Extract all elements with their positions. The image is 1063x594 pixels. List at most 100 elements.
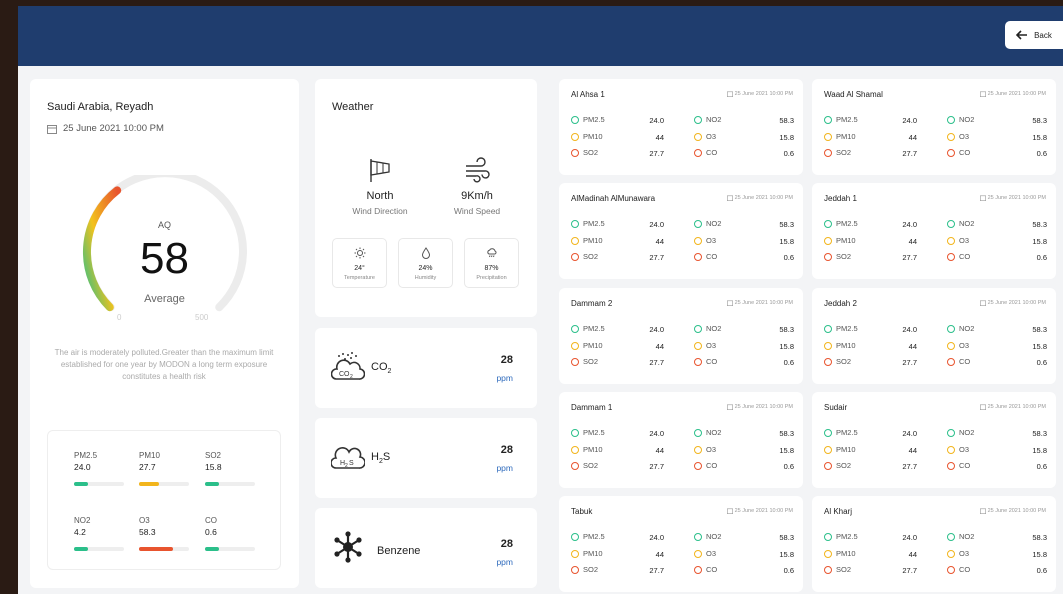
sun-icon — [354, 247, 365, 259]
station-card[interactable]: Al Ahsa 1 25 June 2021 10:00 PM PM2.5 24.0 P… — [559, 79, 803, 175]
status-ring-icon — [571, 532, 579, 541]
calendar-icon — [979, 404, 986, 410]
reading-label: CO — [947, 357, 970, 366]
h2s-name: H2S — [371, 451, 390, 465]
reading-value: 27.7 — [902, 462, 917, 471]
reading-value: 0.6 — [783, 149, 794, 158]
reading-name: PM2.5 — [583, 219, 605, 228]
h2s-unit: ppm — [496, 463, 513, 473]
reading-name: SO2 — [836, 148, 852, 157]
status-ring-icon — [571, 236, 579, 245]
reading-label: O3 — [947, 236, 969, 245]
pollutant-summary-item: SO2 15.8 — [205, 451, 265, 486]
reading-value: 27.7 — [649, 149, 664, 158]
reading-value: 44 — [655, 446, 664, 455]
pollutant-value: 24.0 — [74, 462, 91, 472]
reading-name: CO — [959, 252, 971, 261]
station-card[interactable]: AlMadinah AlMunawara 25 June 2021 10:00 P… — [559, 183, 803, 279]
reading-value: 0.6 — [783, 462, 794, 471]
back-label: Back — [1034, 30, 1052, 40]
station-card[interactable]: Al Kharj 25 June 2021 10:00 PM PM2.5 24.0 PM… — [812, 496, 1056, 592]
reading-label: PM2.5 — [571, 115, 605, 124]
reading-label: SO2 — [824, 252, 851, 261]
reading-label: O3 — [694, 341, 716, 350]
reading-value: 15.8 — [779, 550, 794, 559]
reading-value: 0.6 — [783, 253, 794, 262]
reading-label: SO2 — [571, 148, 598, 157]
reading-label: PM10 — [571, 236, 603, 245]
calendar-icon — [726, 91, 733, 97]
pollutant-name: NO2 — [74, 516, 91, 525]
reading-name: CO — [706, 565, 718, 574]
temperature-value: 24° — [354, 265, 365, 272]
reading-label: PM10 — [571, 445, 603, 454]
reading-name: PM2.5 — [583, 428, 605, 437]
wind-speed-value: 9Km/h — [461, 190, 493, 202]
pollutant-level-bar — [74, 547, 124, 551]
reading-name: PM2.5 — [583, 532, 605, 541]
wind-direction: North Wind Direction — [335, 157, 425, 216]
reading-label: NO2 — [694, 219, 721, 228]
co2-name: CO2 — [371, 361, 391, 375]
station-card[interactable]: Tabuk 25 June 2021 10:00 PM PM2.5 24.0 PM10 4… — [559, 496, 803, 592]
reading-name: PM2.5 — [836, 219, 858, 228]
reading-value: 58.3 — [779, 116, 794, 125]
status-ring-icon — [571, 357, 579, 366]
station-date-text: 25 June 2021 10:00 PM — [987, 195, 1046, 201]
pollutant-value: 15.8 — [205, 462, 222, 472]
station-name: Dammam 2 — [571, 299, 613, 308]
station-card[interactable]: Jeddah 2 25 June 2021 10:00 PM PM2.5 24.0 PM… — [812, 288, 1056, 384]
pollutant-value: 58.3 — [139, 527, 156, 537]
calendar-icon — [979, 508, 986, 514]
status-ring-icon — [694, 341, 702, 350]
wind-speed: 9Km/h Wind Speed — [432, 157, 522, 216]
station-card[interactable]: Waad Al Shamal 25 June 2021 10:00 PM PM2.5… — [812, 79, 1056, 175]
reading-name: CO — [706, 148, 718, 157]
reading-value: 58.3 — [779, 325, 794, 334]
reading-label: PM2.5 — [571, 532, 605, 541]
station-card[interactable]: Dammam 1 25 June 2021 10:00 PM PM2.5 24.0 PM… — [559, 392, 803, 488]
reading-name: NO2 — [706, 115, 722, 124]
reading-value: 27.7 — [902, 358, 917, 367]
co2-formula: CO — [371, 361, 388, 373]
pollutant-summary-panel: PM2.5 24.0 PM10 27.7 SO2 15.8 NO2 4.2 O3 58.3 CO 0.… — [47, 430, 281, 570]
station-name: AlMadinah AlMunawara — [571, 194, 656, 203]
reading-label: NO2 — [694, 115, 721, 124]
status-ring-icon — [571, 565, 579, 574]
back-button[interactable]: Back — [1005, 21, 1063, 49]
station-date-text: 25 June 2021 10:00 PM — [987, 91, 1046, 97]
reading-value: 15.8 — [779, 342, 794, 351]
co2-subscript: 2 — [387, 368, 392, 376]
reading-label: CO — [947, 148, 970, 157]
pollutant-level-fill — [205, 482, 219, 486]
reading-name: NO2 — [706, 532, 722, 541]
precipitation-value: 87% — [484, 265, 499, 272]
station-card[interactable]: Sudair 25 June 2021 10:00 PM PM2.5 24.0 PM10… — [812, 392, 1056, 488]
station-date: 25 June 2021 10:00 PM — [979, 300, 1046, 306]
reading-name: SO2 — [583, 148, 599, 157]
reading-label: O3 — [947, 549, 969, 558]
reading-value: 58.3 — [1032, 533, 1047, 542]
reading-value: 15.8 — [1032, 237, 1047, 246]
reading-name: O3 — [706, 132, 717, 141]
station-date: 25 June 2021 10:00 PM — [726, 91, 793, 97]
reading-name: NO2 — [706, 324, 722, 333]
status-ring-icon — [694, 132, 702, 141]
status-ring-icon — [824, 445, 832, 454]
reading-value: 44 — [655, 342, 664, 351]
reading-name: SO2 — [583, 461, 599, 470]
station-card[interactable]: Dammam 2 25 June 2021 10:00 PM PM2.5 24.0 PM… — [559, 288, 803, 384]
status-ring-icon — [824, 324, 832, 333]
reading-label: O3 — [694, 445, 716, 454]
pollutant-name: CO — [205, 516, 217, 525]
reading-label: O3 — [694, 132, 716, 141]
reading-value: 44 — [908, 133, 917, 142]
reading-name: SO2 — [583, 565, 599, 574]
station-card[interactable]: Jeddah 1 25 June 2021 10:00 PM PM2.5 24.0 PM… — [812, 183, 1056, 279]
pollutant-level-fill — [139, 482, 159, 486]
co2-unit: ppm — [496, 373, 513, 383]
station-name: Tabuk — [571, 507, 593, 516]
reading-value: 44 — [908, 550, 917, 559]
reading-name: PM10 — [583, 236, 603, 245]
status-ring-icon — [947, 549, 955, 558]
